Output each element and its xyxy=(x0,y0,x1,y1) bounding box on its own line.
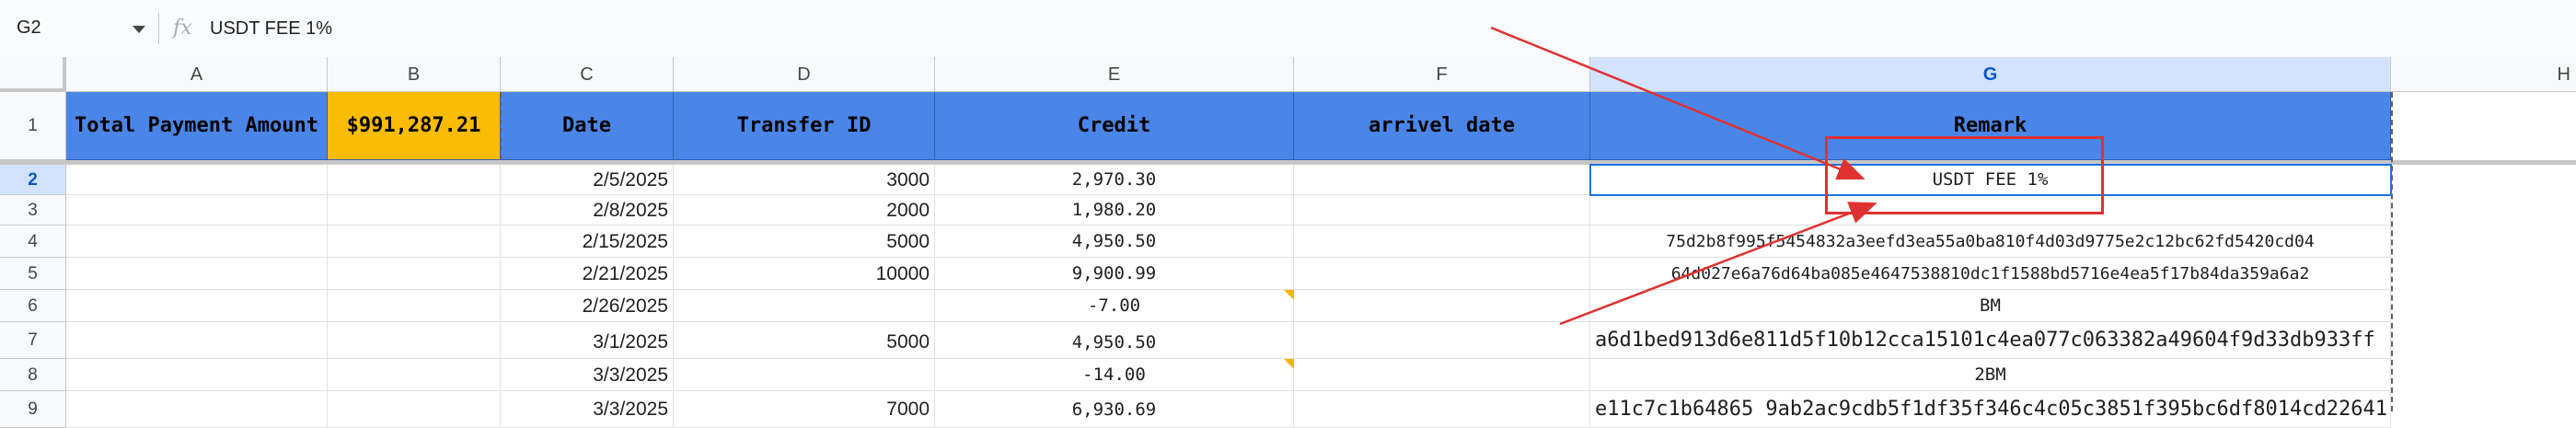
arrow-to-empty-remark xyxy=(1559,202,1877,326)
annotation-arrows xyxy=(1490,26,1877,326)
arrow-to-remark xyxy=(1490,26,1866,180)
